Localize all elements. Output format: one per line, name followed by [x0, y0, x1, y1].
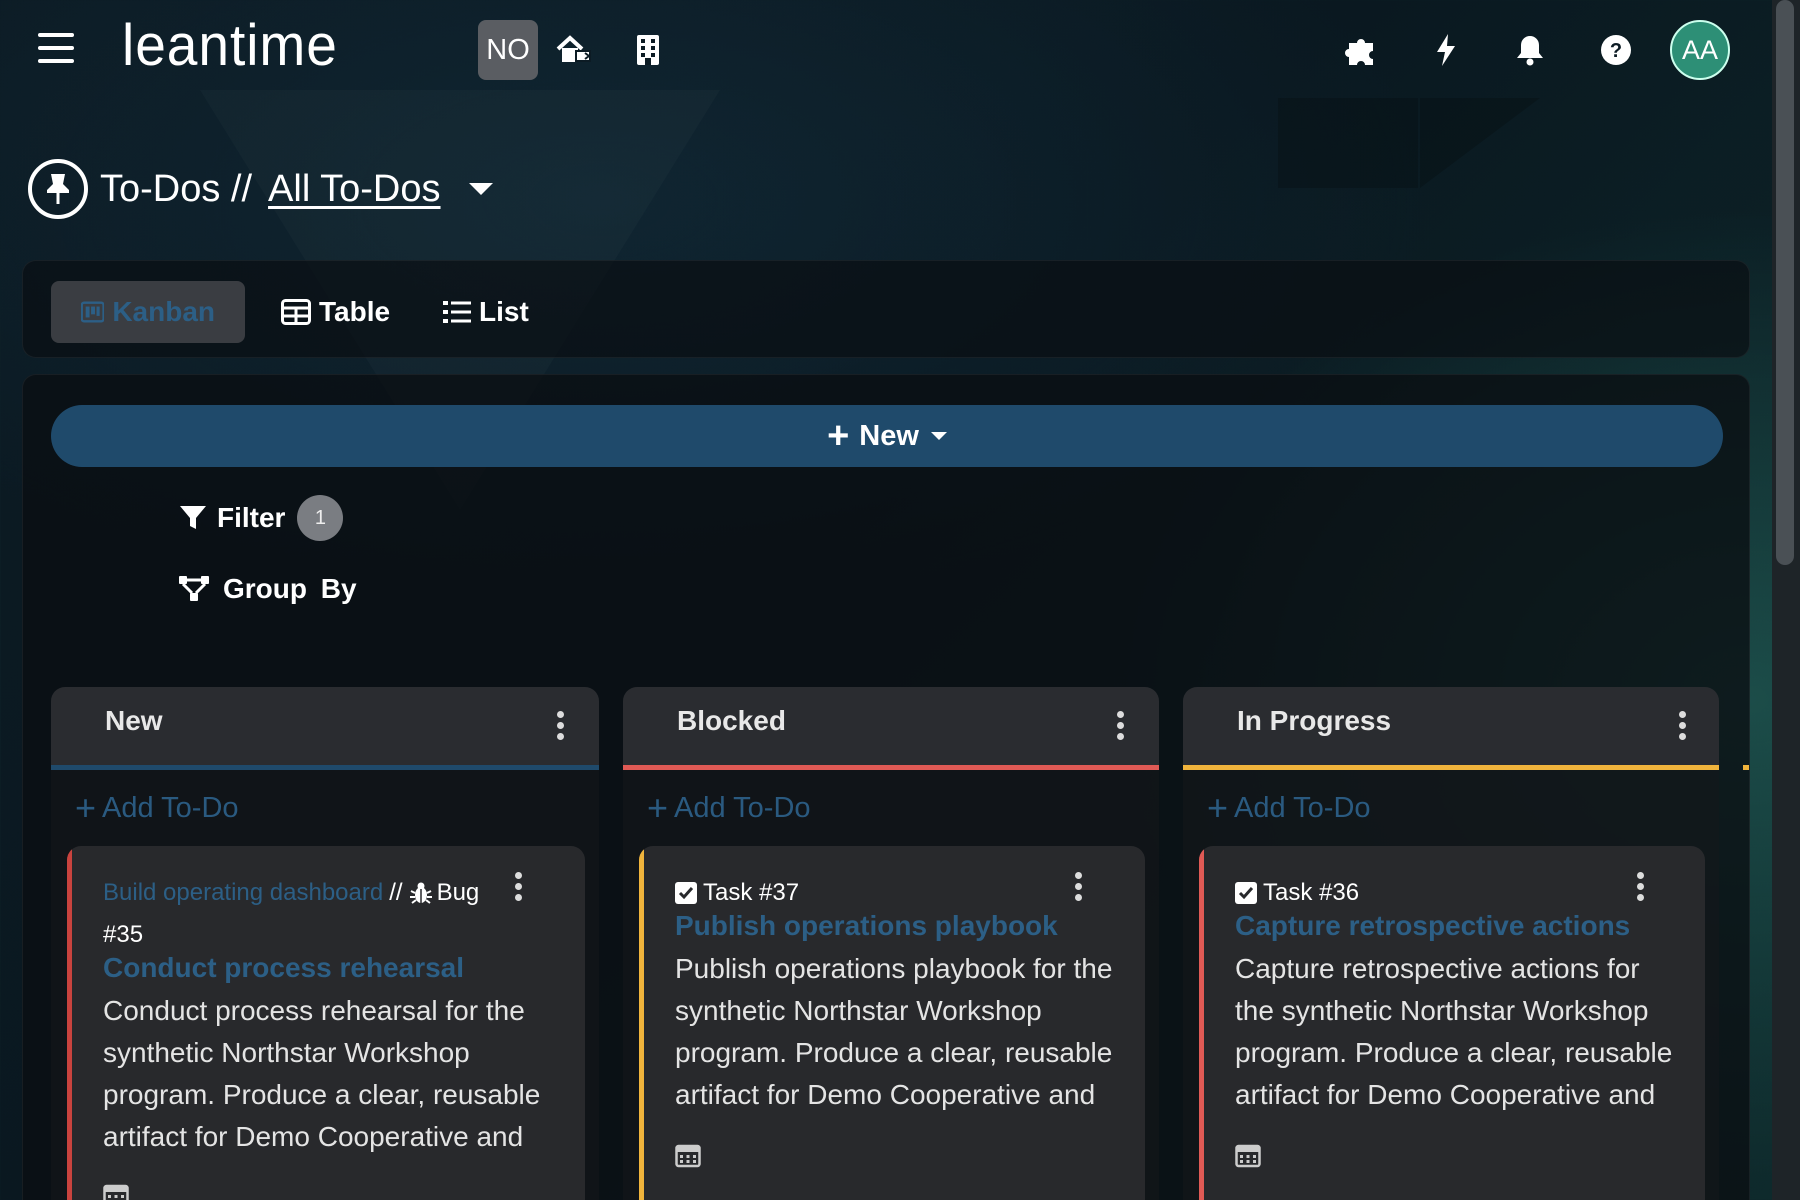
- view-selector-link[interactable]: All To-Dos: [268, 168, 440, 211]
- card-description: Conduct process rehearsal for the synthe…: [103, 995, 541, 1152]
- app-logo[interactable]: leantime: [122, 12, 338, 79]
- column-menu-icon[interactable]: [1677, 711, 1687, 740]
- plus-icon: +: [827, 415, 850, 457]
- meta-separator: //: [389, 879, 403, 906]
- column-header: In Progress: [1183, 687, 1719, 765]
- task-checkbox-icon: [675, 882, 697, 904]
- add-todo-link[interactable]: + Add To-Do: [1207, 790, 1371, 826]
- svg-text:?: ?: [1610, 40, 1622, 62]
- help-icon[interactable]: ?: [1594, 28, 1638, 72]
- card-meta: Task #37: [675, 872, 1075, 914]
- add-todo-label: Add To-Do: [1234, 791, 1371, 824]
- card-menu-icon[interactable]: [513, 872, 523, 901]
- kanban-column-new: New + Add To-Do Build operating dashboard…: [51, 687, 599, 1200]
- filter-button[interactable]: Filter 1: [179, 495, 344, 541]
- card-meta: Build operating dashboard // Bug #35: [103, 872, 503, 956]
- view-switcher: Kanban Table List: [22, 260, 1750, 358]
- calendar-icon[interactable]: [1235, 1142, 1261, 1168]
- add-todo-link[interactable]: + Add To-Do: [647, 790, 811, 826]
- tab-list[interactable]: List: [413, 281, 559, 343]
- add-todo-label: Add To-Do: [674, 791, 811, 824]
- column-menu-icon[interactable]: [555, 711, 565, 740]
- pin-icon: [28, 159, 88, 219]
- card-type-label: Task #36: [1263, 879, 1360, 906]
- section-title: To-Dos //: [100, 167, 253, 210]
- chevron-down-icon[interactable]: [468, 183, 493, 195]
- new-todo-button[interactable]: + New: [51, 405, 1723, 467]
- calendar-icon[interactable]: [675, 1142, 701, 1168]
- add-todo-link[interactable]: + Add To-Do: [75, 790, 239, 826]
- bug-icon: [409, 882, 432, 904]
- column-title: Blocked: [677, 705, 786, 736]
- plus-icon: +: [75, 787, 97, 828]
- tab-table[interactable]: Table: [251, 281, 420, 343]
- puzzle-icon[interactable]: [1340, 28, 1384, 72]
- building-icon[interactable]: [626, 28, 670, 72]
- tab-kanban[interactable]: Kanban: [51, 281, 245, 343]
- kanban-column-blocked: Blocked + Add To-Do Task #37 Publish oper…: [623, 687, 1159, 1200]
- menu-icon[interactable]: [38, 33, 74, 65]
- plus-icon: +: [1207, 787, 1229, 828]
- filter-label: Filter: [217, 502, 286, 533]
- priority-accent: [1199, 846, 1204, 1200]
- kanban-icon: [81, 301, 105, 323]
- tab-list-label: List: [479, 296, 529, 327]
- column-body: + Add To-Do Task #37 Publish operations p…: [623, 770, 1159, 1200]
- bolt-icon[interactable]: [1424, 28, 1468, 72]
- column-body: + Add To-Do Task #36 Capture retrospectiv…: [1183, 770, 1719, 1200]
- kanban-panel: + New Filter 1 Group By New + Add To-Do B…: [22, 374, 1750, 1200]
- task-checkbox-icon: [1235, 882, 1257, 904]
- column-header: Blocked: [623, 687, 1159, 765]
- card-number: #35: [103, 921, 144, 948]
- card-meta: Task #36: [1235, 872, 1635, 914]
- user-avatar[interactable]: AA: [1670, 20, 1730, 80]
- card-type-label: Task #37: [703, 879, 800, 906]
- home-switch-icon[interactable]: [552, 28, 596, 72]
- project-badge[interactable]: NO: [478, 20, 538, 80]
- column-body: + Add To-Do Build operating dashboard // …: [51, 770, 599, 1200]
- column-title: In Progress: [1237, 705, 1392, 736]
- priority-accent: [67, 846, 72, 1200]
- filter-icon: [180, 506, 206, 529]
- column-header: New: [51, 687, 599, 765]
- tab-kanban-label: Kanban: [112, 296, 215, 327]
- new-button-label: New: [859, 419, 919, 452]
- plus-icon: +: [647, 787, 669, 828]
- column-menu-icon[interactable]: [1115, 711, 1125, 740]
- todo-card[interactable]: Task #37 Publish operations playbook Pub…: [639, 846, 1145, 1200]
- tab-table-label: Table: [319, 296, 391, 327]
- add-todo-label: Add To-Do: [102, 791, 239, 824]
- card-description: Publish operations playbook for the synt…: [675, 953, 1113, 1110]
- card-menu-icon[interactable]: [1073, 872, 1083, 901]
- list-icon: [443, 301, 471, 323]
- calendar-icon[interactable]: [103, 1182, 129, 1200]
- scrollbar-thumb[interactable]: [1776, 0, 1794, 565]
- card-title-link[interactable]: Publish operations playbook: [675, 910, 1058, 942]
- priority-accent: [639, 846, 644, 1200]
- kanban-column-in-progress: In Progress + Add To-Do Task #36 Capture …: [1183, 687, 1719, 1200]
- card-description: Capture retrospective actions for the sy…: [1235, 953, 1673, 1110]
- column-title: New: [105, 705, 163, 736]
- filter-count-badge: 1: [297, 495, 344, 541]
- todo-card[interactable]: Build operating dashboard // Bug #35 Con…: [67, 846, 585, 1200]
- group-by-icon: [179, 576, 209, 601]
- card-menu-icon[interactable]: [1635, 872, 1645, 901]
- group-by-label: Group By: [223, 573, 357, 604]
- chevron-down-icon: [930, 432, 947, 440]
- bell-icon[interactable]: [1508, 28, 1552, 72]
- card-title-link[interactable]: Conduct process rehearsal: [103, 952, 464, 984]
- group-by-button[interactable]: Group By: [179, 573, 357, 605]
- top-header: leantime NO ? AA: [0, 0, 1800, 100]
- next-column-edge: [1743, 765, 1749, 770]
- parent-milestone-link[interactable]: Build operating dashboard: [103, 872, 383, 914]
- page-scrollbar[interactable]: [1772, 0, 1800, 1200]
- card-type-label: Bug: [436, 879, 480, 906]
- table-icon: [281, 299, 311, 325]
- background-shape: [1420, 98, 1540, 188]
- background-shape: [1278, 98, 1418, 188]
- todo-card[interactable]: Task #36 Capture retrospective actions C…: [1199, 846, 1705, 1200]
- page-title: To-Dos // All To-Dos: [28, 158, 493, 220]
- card-title-link[interactable]: Capture retrospective actions: [1235, 910, 1630, 942]
